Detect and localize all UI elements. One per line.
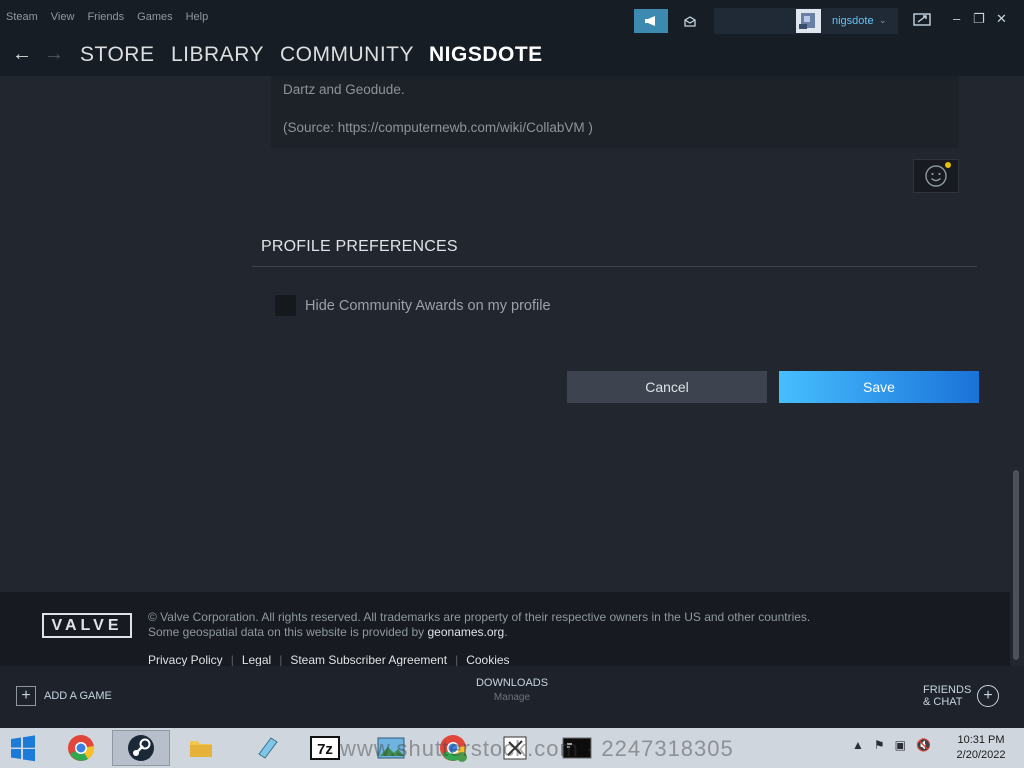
forward-arrow-icon[interactable]: →	[44, 43, 64, 66]
smiley-icon	[925, 165, 947, 187]
footer-copyright: © Valve Corporation. All rights reserved…	[148, 610, 811, 624]
notepad-icon	[258, 737, 278, 759]
cancel-button[interactable]: Cancel	[567, 371, 767, 403]
scrollbar-thumb[interactable]	[1013, 470, 1019, 660]
plus-icon: +	[16, 686, 36, 706]
profile-edit-content: Dartz and Geodude. (Source: https://comp…	[0, 76, 1010, 592]
footer-geo-suffix: .	[504, 625, 508, 639]
big-picture-icon	[913, 13, 931, 26]
emoticon-button[interactable]	[913, 159, 959, 193]
downloads-label: DOWNLOADS	[475, 677, 549, 689]
7zip-icon: 7z	[310, 736, 340, 760]
nav-store[interactable]: STORE	[80, 43, 154, 67]
stock-watermark: www.shutterstock.com · 2247318305	[340, 736, 734, 761]
save-button[interactable]: Save	[779, 371, 979, 403]
account-username[interactable]: nigsdote	[832, 15, 874, 27]
menu-help[interactable]: Help	[186, 11, 209, 23]
clock-date: 2/20/2022	[956, 749, 1006, 761]
footer-geo-prefix: Some geospatial data on this website is …	[148, 625, 428, 639]
hide-awards-checkbox[interactable]	[275, 295, 296, 316]
new-indicator-dot	[945, 162, 951, 168]
menu-bar: Steam View Friends Games Help	[6, 11, 221, 23]
nav-profile[interactable]: NIGSDOTE	[429, 43, 543, 67]
valve-logo[interactable]: VALVE	[42, 613, 132, 638]
network-icon[interactable]: ▣	[895, 738, 906, 752]
friends-chat-button[interactable]: FRIENDS & CHAT	[923, 684, 971, 708]
taskbar-steam[interactable]	[112, 730, 170, 766]
friends-plus-icon[interactable]: +	[977, 685, 999, 707]
folder-icon	[190, 741, 212, 757]
menu-steam[interactable]: Steam	[6, 11, 38, 23]
add-game-label: ADD A GAME	[44, 690, 112, 702]
taskbar-file-explorer[interactable]	[172, 730, 230, 766]
nav-library[interactable]: LIBRARY	[171, 43, 264, 67]
broadcast-button[interactable]	[634, 9, 668, 33]
footer-separator: |	[230, 653, 234, 667]
friends-label: FRIENDS	[923, 684, 972, 696]
system-tray: ▲ ⚑ ▣ 🔇	[852, 738, 941, 752]
maximize-button[interactable]: ❐	[973, 11, 985, 27]
megaphone-icon	[645, 16, 655, 26]
menu-friends[interactable]: Friends	[87, 11, 124, 23]
volume-muted-icon[interactable]: 🔇	[916, 738, 931, 752]
footer-separator: |	[455, 653, 459, 667]
section-divider	[252, 266, 977, 267]
add-game-button[interactable]: + ADD A GAME	[16, 686, 112, 706]
back-arrow-icon[interactable]: ←	[12, 43, 32, 66]
footer-geo-text: Some geospatial data on this website is …	[148, 625, 508, 639]
footer-link-legal[interactable]: Legal	[242, 653, 271, 667]
footer-separator: |	[279, 653, 283, 667]
menu-view[interactable]: View	[51, 11, 75, 23]
taskbar-notepad[interactable]	[238, 730, 296, 766]
big-picture-button[interactable]	[912, 12, 932, 28]
summary-text-line-2: (Source: https://computernewb.com/wiki/C…	[283, 120, 593, 135]
minimize-button[interactable]: –	[953, 11, 960, 26]
avatar[interactable]	[796, 9, 821, 33]
nav-community[interactable]: COMMUNITY	[280, 43, 414, 67]
tray-expand-icon[interactable]: ▲	[852, 738, 864, 752]
taskbar-chrome[interactable]	[52, 730, 110, 766]
section-title-profile-preferences: PROFILE PREFERENCES	[261, 238, 458, 255]
envelope-icon	[684, 15, 696, 27]
summary-text-line-1: Dartz and Geodude.	[283, 82, 405, 97]
close-button[interactable]: ✕	[996, 11, 1007, 27]
downloads-manage-label: Manage	[493, 692, 531, 703]
menu-games[interactable]: Games	[137, 11, 172, 23]
svg-text:7z: 7z	[317, 741, 333, 758]
footer-link-privacy[interactable]: Privacy Policy	[148, 653, 223, 667]
footer-links: Privacy Policy | Legal | Steam Subscriber …	[148, 653, 510, 667]
clock-time: 10:31 PM	[957, 734, 1005, 746]
footer-link-ssa[interactable]: Steam Subscriber Agreement	[290, 653, 447, 667]
hide-awards-label[interactable]: Hide Community Awards on my profile	[305, 298, 551, 314]
action-center-flag-icon[interactable]: ⚑	[874, 738, 885, 752]
chrome-icon	[68, 735, 95, 761]
windows-logo-icon	[11, 735, 35, 762]
footer-link-cookies[interactable]: Cookies	[466, 653, 509, 667]
steam-icon	[128, 735, 154, 761]
start-button[interactable]	[8, 734, 38, 762]
avatar-image-icon	[799, 13, 815, 29]
notifications-button[interactable]	[676, 9, 704, 33]
taskbar-clock[interactable]: 10:31 PM 2/20/2022	[948, 733, 1014, 763]
downloads-button[interactable]: DOWNLOADS Manage	[462, 677, 562, 703]
chevron-down-icon[interactable]: ⌄	[879, 15, 887, 26]
chat-label: & CHAT	[923, 696, 963, 708]
geonames-link[interactable]: geonames.org	[428, 625, 505, 639]
